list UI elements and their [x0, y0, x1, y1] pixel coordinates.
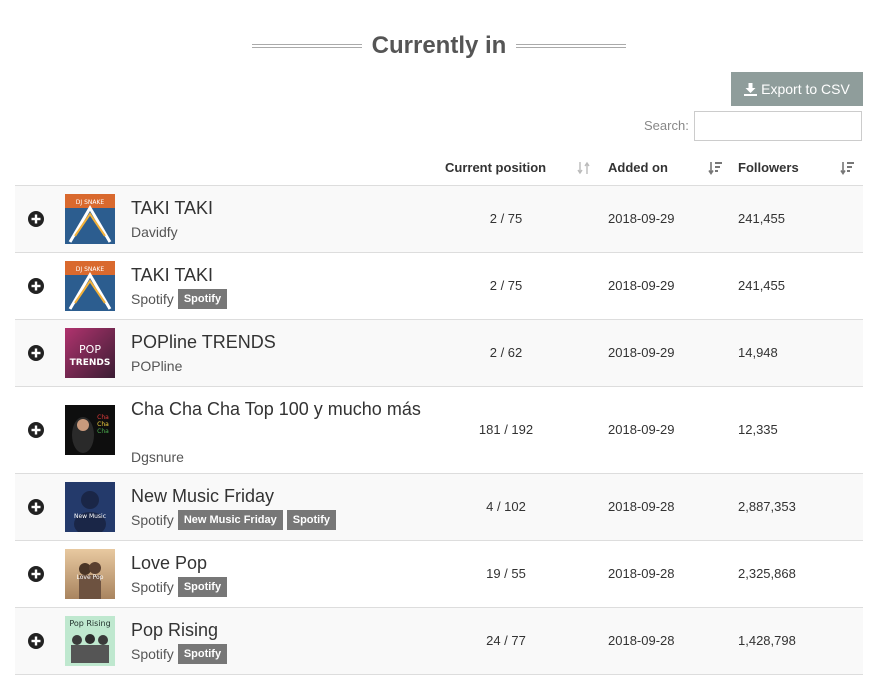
table-row: New Music New Music Friday Spotify New Mu… [15, 474, 863, 541]
playlist-title[interactable]: New Music Friday [131, 484, 274, 509]
popline-trends-cover[interactable]: POP TRENDS [65, 328, 115, 378]
current-position: 2 / 62 [489, 345, 523, 360]
followers-count: 12,335 [738, 422, 778, 437]
added-date: 2018-09-28 [608, 633, 675, 648]
table-row: DJ SNAKE TAKI TAKI Davidfy 2 / 75 2018-0… [15, 186, 863, 253]
svg-text:Pop Rising: Pop Rising [69, 619, 110, 628]
playlist-title[interactable]: TAKI TAKI [131, 196, 213, 221]
taki-taki-cover[interactable]: DJ SNAKE [65, 194, 115, 244]
new-music-friday-cover[interactable]: New Music [65, 482, 115, 532]
svg-text:DJ SNAKE: DJ SNAKE [76, 199, 105, 206]
expand-plus-icon[interactable] [27, 632, 45, 650]
owner-name: Spotify [131, 512, 174, 528]
playlist-owner: Spotify Spotify [131, 289, 228, 309]
svg-text:DJ SNAKE: DJ SNAKE [76, 266, 105, 273]
playlist-owner: Dgsnure [131, 447, 184, 467]
playlist-owner: Spotify Spotify [131, 644, 228, 664]
playlist-title[interactable]: POPline TRENDS [131, 330, 276, 355]
table-header: Current position Added on Followers [15, 152, 863, 186]
followers-count: 1,428,798 [738, 633, 796, 648]
tag-badge[interactable]: Spotify [177, 577, 228, 597]
added-date: 2018-09-29 [608, 211, 675, 226]
title-divider-left [252, 44, 362, 48]
sort-both-icon[interactable] [577, 160, 591, 176]
search-label: Search: [644, 118, 689, 133]
tag-badge[interactable]: Spotify [177, 289, 228, 309]
sort-desc-icon[interactable] [708, 160, 722, 176]
table-row: DJ SNAKE TAKI TAKI Spotify Spotify 2 / 75… [15, 253, 863, 320]
current-position: 2 / 75 [489, 278, 523, 293]
svg-text:Cha: Cha [97, 428, 109, 435]
download-icon [744, 74, 758, 108]
followers-count: 241,455 [738, 278, 785, 293]
expand-plus-icon[interactable] [27, 498, 45, 516]
export-csv-label: Export to CSV [761, 81, 850, 97]
table-row: POP TRENDS POPline TRENDS POPline 2 / 62 … [15, 320, 863, 387]
followers-count: 2,887,353 [738, 499, 796, 514]
tag-badge[interactable]: Spotify [286, 510, 337, 530]
playlist-owner: POPline [131, 356, 182, 376]
page-title: Currently in [371, 32, 507, 59]
column-header-followers[interactable]: Followers [738, 152, 799, 184]
added-date: 2018-09-29 [608, 278, 675, 293]
followers-count: 2,325,868 [738, 566, 796, 581]
added-date: 2018-09-29 [608, 345, 675, 360]
column-header-position[interactable]: Current position [445, 152, 546, 184]
owner-name: POPline [131, 358, 183, 374]
table-row: Love Pop Love Pop Spotify Spotify 19 / 55… [15, 541, 863, 608]
playlist-owner: Davidfy [131, 222, 178, 242]
love-pop-cover[interactable]: Love Pop [65, 549, 115, 599]
svg-text:POP: POP [79, 343, 101, 356]
sort-desc-icon[interactable] [840, 160, 854, 176]
svg-text:Love Pop: Love Pop [77, 574, 104, 581]
svg-text:Cha: Cha [97, 421, 109, 428]
expand-plus-icon[interactable] [27, 565, 45, 583]
table-row: Cha Cha Cha Cha Cha Cha Top 100 y mucho má… [15, 387, 863, 474]
owner-name: Spotify [131, 646, 174, 662]
current-position: 19 / 55 [486, 566, 526, 581]
playlist-title[interactable]: TAKI TAKI [131, 263, 213, 288]
current-position: 181 / 192 [478, 422, 534, 437]
owner-name: Spotify [131, 579, 174, 595]
search-input[interactable] [694, 111, 862, 141]
playlist-owner: Spotify Spotify [131, 577, 228, 597]
title-divider-right [516, 44, 626, 48]
expand-plus-icon[interactable] [27, 421, 45, 439]
svg-text:Cha: Cha [97, 414, 109, 421]
tag-badge[interactable]: Spotify [177, 644, 228, 664]
svg-text:New Music: New Music [74, 513, 106, 520]
playlist-title[interactable]: Love Pop [131, 551, 207, 576]
taki-taki-cover[interactable]: DJ SNAKE [65, 261, 115, 311]
followers-count: 14,948 [738, 345, 778, 360]
expand-plus-icon[interactable] [27, 344, 45, 362]
column-header-added[interactable]: Added on [608, 152, 668, 184]
table-row: Pop Rising Pop Rising Spotify Spotify 24 … [15, 608, 863, 675]
owner-name: Davidfy [131, 224, 178, 240]
tag-badge[interactable]: New Music Friday [177, 510, 283, 530]
current-position: 4 / 102 [486, 499, 526, 514]
followers-count: 241,455 [738, 211, 785, 226]
current-position: 2 / 75 [489, 211, 523, 226]
owner-name: Dgsnure [131, 449, 184, 465]
cha-cha-cha-cover[interactable]: Cha Cha Cha [65, 405, 115, 455]
playlist-owner: Spotify New Music Friday Spotify [131, 510, 337, 530]
section-header: Currently in [0, 30, 873, 62]
expand-plus-icon[interactable] [27, 277, 45, 295]
current-position: 24 / 77 [486, 633, 526, 648]
added-date: 2018-09-29 [608, 422, 675, 437]
added-date: 2018-09-28 [608, 499, 675, 514]
owner-name: Spotify [131, 291, 174, 307]
playlist-title[interactable]: Pop Rising [131, 618, 218, 643]
svg-text:TRENDS: TRENDS [70, 358, 111, 368]
export-csv-button[interactable]: Export to CSV [731, 72, 863, 106]
expand-plus-icon[interactable] [27, 210, 45, 228]
playlist-title[interactable]: Cha Cha Cha Top 100 y mucho más [131, 397, 421, 422]
pop-rising-cover[interactable]: Pop Rising [65, 616, 115, 666]
added-date: 2018-09-28 [608, 566, 675, 581]
